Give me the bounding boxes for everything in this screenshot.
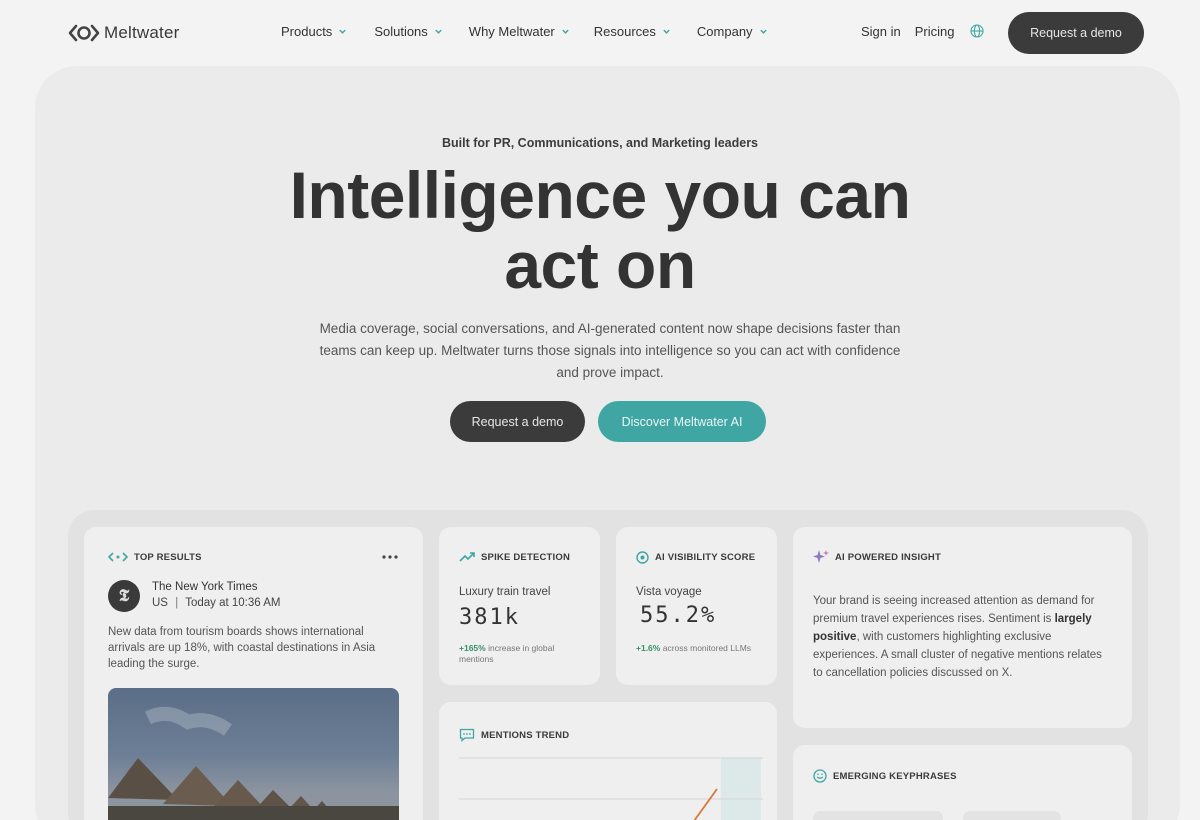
keyphrase-pill bbox=[813, 811, 943, 820]
result-snippet: New data from tourism boards shows inter… bbox=[108, 626, 376, 670]
mentions-trend-chart bbox=[459, 757, 763, 820]
keyphrases-title: EMERGING KEYPHRASES bbox=[833, 770, 957, 782]
spike-topic: Luxury train travel bbox=[459, 586, 551, 598]
chevron-down-icon bbox=[435, 29, 442, 34]
insight-header: AI POWERED INSIGHT bbox=[813, 549, 941, 565]
hero-request-demo-button[interactable]: Request a demo bbox=[450, 401, 585, 442]
nyt-avatar: 𝕿 bbox=[108, 580, 140, 612]
top-navigation: Meltwater Products Solutions Why Meltwat… bbox=[0, 0, 1200, 66]
smile-icon bbox=[813, 769, 827, 783]
menu-item-products[interactable]: Products bbox=[281, 24, 347, 39]
chat-bubble-icon bbox=[459, 728, 475, 742]
meta-divider: | bbox=[175, 597, 179, 609]
chevron-down-icon bbox=[663, 29, 670, 34]
hero-headline: Intelligence you can act on bbox=[0, 160, 1200, 300]
code-brackets-icon bbox=[108, 552, 128, 562]
visibility-value: 55.2% bbox=[640, 603, 717, 628]
nav-request-demo-button[interactable]: Request a demo bbox=[1008, 12, 1144, 54]
top-results-title: TOP RESULTS bbox=[134, 551, 202, 563]
emerging-keyphrases-card: EMERGING KEYPHRASES bbox=[793, 745, 1132, 820]
spike-delta-value: +165% bbox=[459, 643, 486, 653]
account-links: Sign in Pricing bbox=[861, 23, 984, 39]
logo-text: Meltwater bbox=[104, 23, 180, 42]
ai-insight-card: AI POWERED INSIGHT Your brand is seeing … bbox=[793, 527, 1132, 728]
chevron-down-icon bbox=[339, 29, 347, 34]
sparkle-icon bbox=[813, 550, 829, 563]
mentions-header: MENTIONS TREND bbox=[459, 728, 569, 742]
menu-item-label: Company bbox=[696, 24, 753, 39]
insight-text-end: , with customers highlighting exclusive … bbox=[813, 631, 1102, 679]
result-region: US bbox=[152, 597, 168, 609]
insight-text-start: Your brand is seeing increased attention… bbox=[813, 595, 1095, 625]
visibility-delta: +1.6% across monitored LLMs bbox=[636, 643, 756, 654]
meltwater-logo[interactable]: Meltwater bbox=[68, 22, 180, 44]
trend-line bbox=[693, 788, 718, 820]
resort-photo bbox=[108, 688, 399, 820]
ai-visibility-card: AI VISIBILITY SCORE Vista voyage 55.2% +… bbox=[616, 527, 777, 685]
keyphrases-header: EMERGING KEYPHRASES bbox=[813, 769, 957, 783]
result-time: Today at 10:36 AM bbox=[185, 597, 281, 609]
globe-icon[interactable] bbox=[969, 23, 984, 38]
menu-item-why-meltwater[interactable]: Why Meltwater bbox=[469, 24, 570, 39]
menu-item-company[interactable]: Company bbox=[697, 24, 768, 39]
chevron-down-icon bbox=[759, 29, 767, 34]
insight-title: AI POWERED INSIGHT bbox=[835, 551, 941, 563]
mentions-title: MENTIONS TREND bbox=[481, 729, 570, 741]
target-icon bbox=[636, 551, 649, 564]
menu-item-label: Why Meltwater bbox=[468, 24, 555, 39]
result-source: The New York Times bbox=[152, 581, 258, 593]
top-results-card: TOP RESULTS 𝕿 The New York Times US | To… bbox=[84, 527, 423, 820]
menu-item-resources[interactable]: Resources bbox=[594, 24, 671, 39]
menu-item-label: Products bbox=[281, 24, 333, 39]
menu-item-solutions[interactable]: Solutions bbox=[374, 24, 442, 39]
top-results-header: TOP RESULTS bbox=[108, 551, 202, 563]
hero-subtext: Media coverage, social conversations, an… bbox=[319, 321, 901, 380]
visibility-delta-value: +1.6% bbox=[636, 643, 661, 653]
insight-text: Your brand is seeing increased attention… bbox=[813, 592, 1108, 682]
pricing-link[interactable]: Pricing bbox=[915, 24, 955, 39]
meltwater-logo-icon bbox=[68, 24, 100, 42]
spike-title: SPIKE DETECTION bbox=[481, 551, 571, 563]
highlight-band bbox=[721, 757, 761, 820]
mentions-trend-card: MENTIONS TREND bbox=[439, 702, 777, 820]
visibility-title: AI VISIBILITY SCORE bbox=[655, 552, 756, 563]
nyt-logo-icon: 𝕿 bbox=[118, 586, 130, 606]
sign-in-link[interactable]: Sign in bbox=[861, 24, 901, 39]
spike-header: SPIKE DETECTION bbox=[459, 551, 570, 563]
chevron-down-icon bbox=[562, 29, 569, 34]
discover-ai-button[interactable]: Discover Meltwater AI bbox=[598, 401, 766, 442]
result-meta: US | Today at 10:36 AM bbox=[152, 597, 280, 609]
spike-delta: +165% increase in global mentions bbox=[459, 643, 579, 665]
visibility-delta-text: across monitored LLMs bbox=[662, 643, 752, 653]
visibility-topic: Vista voyage bbox=[636, 586, 702, 598]
more-options-icon[interactable] bbox=[382, 554, 398, 560]
hero-headline-line2: act on bbox=[504, 228, 696, 302]
main-menu: Products Solutions Why Meltwater Resourc… bbox=[281, 24, 768, 39]
menu-item-label: Solutions bbox=[374, 24, 428, 39]
spike-detection-card: SPIKE DETECTION Luxury train travel 381k… bbox=[439, 527, 600, 685]
trending-up-icon bbox=[459, 552, 475, 562]
keyphrase-pill bbox=[963, 811, 1061, 820]
spike-value: 381k bbox=[459, 605, 520, 630]
menu-item-label: Resources bbox=[593, 24, 656, 39]
thatched-huts-image bbox=[108, 706, 399, 820]
visibility-header: AI VISIBILITY SCORE bbox=[636, 551, 755, 564]
hero-headline-line1: Intelligence you can bbox=[289, 158, 911, 232]
hero-eyebrow: Built for PR, Communications, and Market… bbox=[441, 136, 759, 150]
